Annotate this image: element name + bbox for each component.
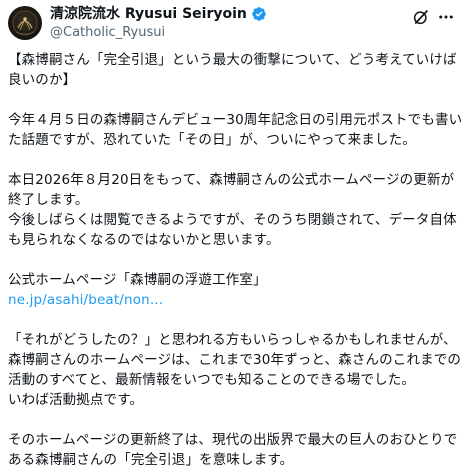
tweet-line: た話題ですが、恐れていた「その日」が、ついにやって来ました。 (8, 132, 416, 148)
avatar[interactable] (8, 6, 42, 40)
tweet-line: 今年４月５日の森博嗣さんデビュー30周年記念日の引用元ポストでも書い (8, 112, 463, 128)
verified-badge-icon (252, 7, 266, 21)
tweet-text: 【森博嗣さん「完全引退」という最大の衝撃について、どう考えていけば 良いのか】 … (8, 50, 463, 470)
tweet-line: 今後しばらくは閲覧できるようですが、そのうち閉鎖されて、データ自体 (8, 212, 457, 228)
tweet-line: 【森博嗣さん「完全引退」という最大の衝撃について、どう考えていけば (8, 52, 457, 68)
tweet-link[interactable]: ne.jp/asahi/beat/non... (8, 290, 460, 310)
tweet-line: 本日2026年８月20日をもって、森博嗣さんの公式ホームページの更新が (8, 172, 455, 188)
author-name-row[interactable]: 清涼院流水 Ryusui Seiryoin (50, 5, 267, 23)
tweet-line: そのホームページの更新終了は、現代の出版界で最大の巨人のおひとりで (8, 432, 458, 448)
tweet-line: 公式ホームページ「森博嗣の浮遊工作室」 (8, 272, 267, 288)
author-handle[interactable]: @Catholic_Ryusui (50, 25, 165, 41)
tweet-line: 良いのか】 (8, 72, 77, 88)
tweet-line: 「それがどうしたの？」と思われる方もいらっしゃるかもしれませんが、 (8, 332, 457, 348)
tweet-line: 森博嗣さんのホームページは、これまで30年ずっと、森さんのこれまでの (8, 352, 462, 368)
author-display-name[interactable]: 清涼院流水 Ryusui Seiryoin (50, 5, 247, 23)
tweet-header: 清涼院流水 Ryusui Seiryoin @Catholic_Ryusui (0, 0, 464, 48)
tweet-line: ある森博嗣さんの「完全引退」を意味します。 (8, 452, 294, 468)
tweet-line: 活動のすべてと、最新情報をいつでも知ることのできる場でした。 (8, 372, 416, 388)
tweet-line: いわば活動拠点です。 (8, 392, 144, 408)
tweet-line: 終了します。 (8, 192, 89, 208)
tweet-line: も見られなくなるのではないかと思います。 (8, 232, 280, 248)
avatar-image (12, 10, 38, 36)
more-options-icon[interactable] (436, 8, 456, 26)
grok-icon[interactable] (412, 8, 430, 26)
